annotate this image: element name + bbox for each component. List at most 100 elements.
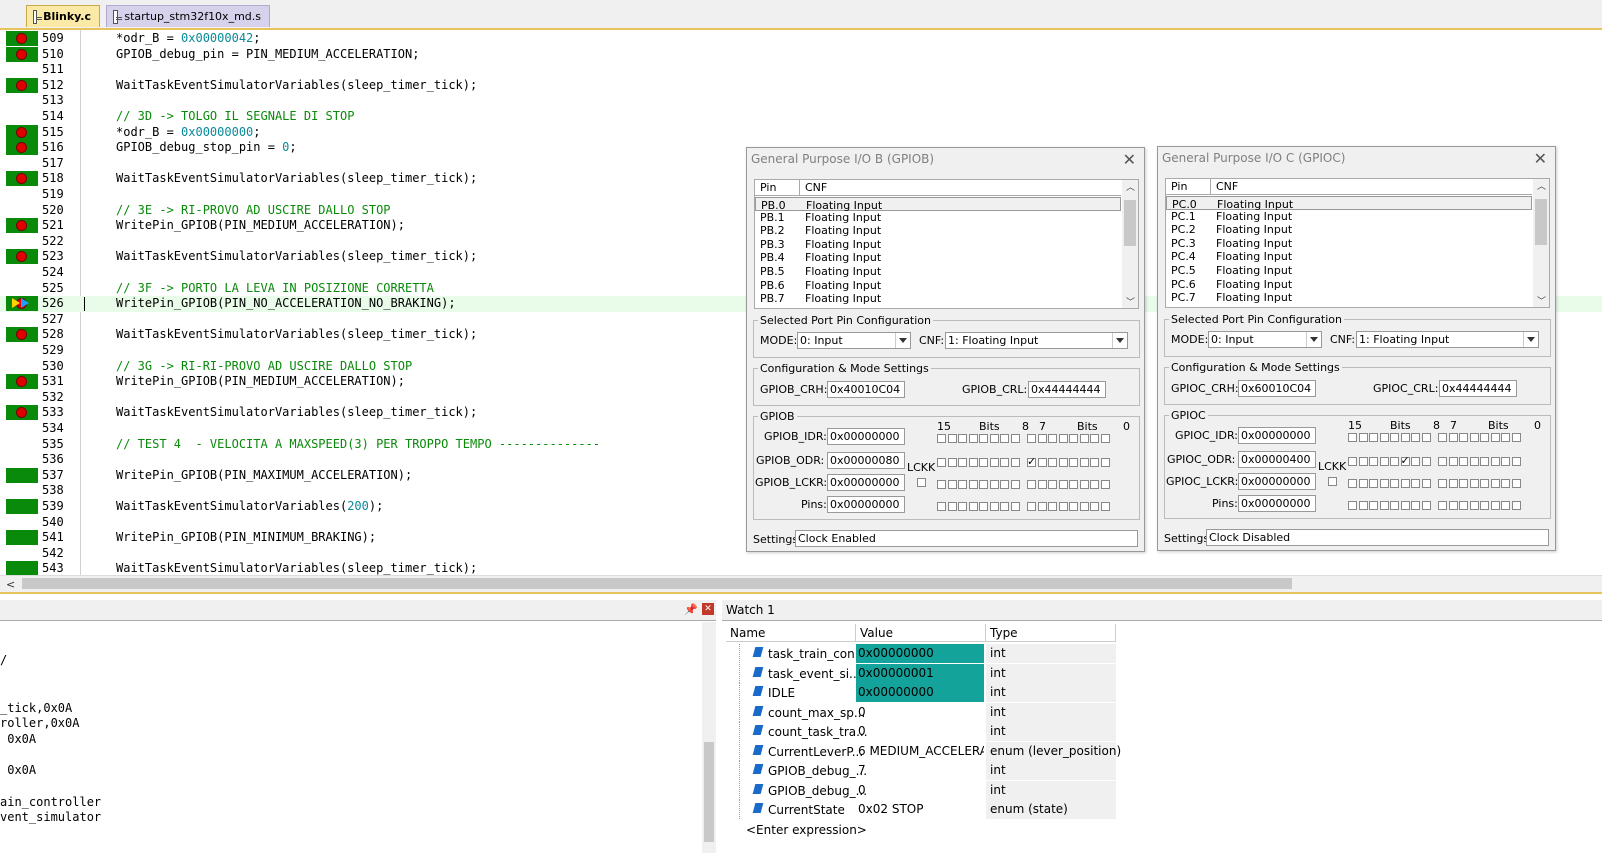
bit-checkbox[interactable] bbox=[1400, 433, 1410, 442]
watch-value[interactable]: 0 bbox=[856, 703, 984, 722]
bit-checkbox[interactable] bbox=[1000, 480, 1009, 489]
pin-row[interactable]: PC.6 Floating Input bbox=[1166, 278, 1532, 292]
chevron-up-icon[interactable]: ︿ bbox=[1537, 179, 1546, 192]
bit-checkbox[interactable] bbox=[1369, 433, 1378, 442]
pin-icon[interactable]: 📌 bbox=[684, 603, 698, 616]
pin-row[interactable]: PB.6 Floating Input bbox=[755, 279, 1121, 293]
bit-checkbox[interactable] bbox=[1348, 457, 1357, 466]
breakpoint-marker[interactable] bbox=[6, 156, 38, 171]
watch-value[interactable]: 0x02 STOP bbox=[856, 800, 984, 819]
pin-row[interactable]: PC.2 Floating Input bbox=[1166, 223, 1532, 237]
watch-value[interactable]: 0x00000000 bbox=[856, 644, 984, 663]
bit-checkbox[interactable] bbox=[1369, 501, 1378, 510]
pin-row[interactable]: PC.0 Floating Input bbox=[1166, 196, 1532, 211]
watch-row[interactable]: count_task_tra... 0 int bbox=[722, 722, 1116, 741]
bit-checkbox[interactable] bbox=[1058, 458, 1068, 467]
mode-select[interactable]: 0: Input bbox=[797, 332, 911, 349]
lckr-input[interactable]: 0x00000000 bbox=[827, 474, 905, 491]
chevron-down-icon[interactable]: ﹀ bbox=[1537, 294, 1546, 307]
bit-checkbox[interactable] bbox=[1490, 479, 1500, 488]
watch-value[interactable]: 0 bbox=[856, 722, 984, 741]
bit-checkbox[interactable] bbox=[1048, 458, 1057, 467]
close-icon[interactable]: ✕ bbox=[1123, 150, 1136, 169]
bit-checkbox[interactable] bbox=[1058, 434, 1068, 443]
breakpoint-marker[interactable] bbox=[6, 234, 38, 249]
chevron-down-icon[interactable] bbox=[1306, 332, 1321, 347]
breakpoint-marker[interactable] bbox=[6, 296, 38, 312]
bit-checkbox[interactable] bbox=[1469, 457, 1479, 466]
breakpoint-marker[interactable] bbox=[6, 515, 38, 530]
bit-checkbox[interactable] bbox=[1438, 479, 1447, 488]
watch-row[interactable]: CurrentState 0x02 STOP enum (state) bbox=[722, 800, 1116, 819]
breakpoint-marker[interactable] bbox=[6, 483, 38, 498]
watch-value[interactable]: 6 MEDIUM_ACCELERA... bbox=[856, 742, 984, 761]
bit-checkbox[interactable] bbox=[1448, 501, 1458, 510]
bit-checkbox[interactable] bbox=[1511, 457, 1521, 466]
pin-row[interactable]: PB.1 Floating Input bbox=[755, 211, 1121, 225]
bit-checkbox[interactable] bbox=[958, 434, 967, 443]
bit-checkbox[interactable] bbox=[1079, 434, 1089, 443]
bit-checkbox[interactable] bbox=[947, 480, 957, 489]
lckk-checkbox[interactable] bbox=[917, 478, 926, 487]
bit-checkbox[interactable] bbox=[1448, 479, 1458, 488]
breakpoint-marker[interactable] bbox=[6, 93, 38, 108]
crh-input[interactable]: 0x60010C04 bbox=[1238, 380, 1316, 397]
bit-checkbox[interactable] bbox=[958, 458, 967, 467]
bit-checkbox[interactable] bbox=[937, 480, 946, 489]
bit-checkbox[interactable] bbox=[1480, 457, 1489, 466]
watch-value[interactable]: 0x00000000 bbox=[856, 683, 984, 702]
mode-select[interactable]: 0: Input bbox=[1208, 331, 1322, 348]
watch-row[interactable]: task_event_si... 0x00000001 int bbox=[722, 663, 1116, 683]
bit-checkbox[interactable] bbox=[1027, 502, 1036, 511]
bit-checkbox[interactable] bbox=[1469, 479, 1479, 488]
breakpoint-marker[interactable] bbox=[6, 124, 38, 140]
enter-expression-row[interactable]: <Enter expression> bbox=[722, 820, 1116, 839]
pin-row[interactable]: PB.2 Floating Input bbox=[755, 224, 1121, 238]
tab-blinky-c[interactable]: Blinky.c bbox=[26, 5, 100, 27]
bit-checkbox[interactable] bbox=[1390, 433, 1399, 442]
bit-checkbox[interactable] bbox=[1348, 433, 1357, 442]
pin-row[interactable]: PB.5 Floating Input bbox=[755, 265, 1121, 279]
bit-checkbox[interactable] bbox=[1037, 434, 1047, 443]
bit-checkbox[interactable] bbox=[1390, 479, 1399, 488]
breakpoint-marker[interactable] bbox=[6, 343, 38, 358]
watch-value[interactable]: 0x00000001 bbox=[856, 663, 984, 683]
bit-checkbox[interactable] bbox=[1037, 502, 1047, 511]
breakpoint-marker[interactable] bbox=[6, 312, 38, 327]
bit-checkbox[interactable] bbox=[1379, 457, 1389, 466]
bit-checkbox[interactable] bbox=[1400, 479, 1410, 488]
idr-input[interactable]: 0x00000000 bbox=[827, 428, 905, 445]
close-icon[interactable]: ✕ bbox=[1534, 149, 1547, 168]
breakpoint-marker[interactable] bbox=[6, 140, 38, 156]
bit-checkbox[interactable] bbox=[1048, 480, 1057, 489]
odr-input[interactable]: 0x00000400 bbox=[1238, 451, 1316, 468]
code-line[interactable]: 509 *odr_B = 0x00000042; bbox=[0, 31, 1602, 47]
bit-checkbox[interactable] bbox=[1480, 501, 1489, 510]
bit-checkbox[interactable] bbox=[1421, 433, 1431, 442]
bit-checkbox[interactable] bbox=[1459, 457, 1468, 466]
close-icon[interactable]: ✕ bbox=[702, 603, 714, 615]
scrollbar-thumb[interactable] bbox=[1124, 200, 1136, 246]
output-panel[interactable]: 📌 ✕ / _tick,0x0A roller,0x0A 0x0A 0x0A ain_… bbox=[0, 600, 716, 853]
bit-checkbox[interactable] bbox=[1048, 502, 1057, 511]
bit-checkbox[interactable] bbox=[1000, 434, 1009, 443]
pin-row[interactable]: PB.3 Floating Input bbox=[755, 238, 1121, 252]
chevron-down-icon[interactable] bbox=[1112, 333, 1127, 348]
chevron-up-icon[interactable]: ︿ bbox=[1126, 180, 1135, 193]
pin-row[interactable]: PC.7 Floating Input bbox=[1166, 291, 1532, 305]
code-line[interactable]: 512 WaitTaskEventSimulatorVariables(sleep… bbox=[0, 77, 1602, 94]
bit-checkbox[interactable] bbox=[1411, 457, 1420, 466]
breakpoint-marker[interactable] bbox=[6, 265, 38, 280]
bit-checkbox[interactable] bbox=[1090, 480, 1099, 489]
idr-input[interactable]: 0x00000000 bbox=[1238, 427, 1316, 444]
code-line[interactable]: 513 bbox=[0, 93, 1602, 109]
bit-checkbox[interactable] bbox=[968, 480, 978, 489]
breakpoint-marker[interactable] bbox=[6, 46, 38, 62]
breakpoint-marker[interactable] bbox=[6, 31, 38, 46]
watch-row[interactable]: GPIOB_debug_... 0 int bbox=[722, 780, 1116, 800]
bit-checkbox[interactable] bbox=[1421, 501, 1431, 510]
bit-checkbox[interactable] bbox=[1369, 479, 1378, 488]
bit-checkbox[interactable] bbox=[1348, 501, 1357, 510]
bit-checkbox[interactable] bbox=[958, 502, 967, 511]
col-value[interactable]: Value bbox=[856, 624, 986, 642]
